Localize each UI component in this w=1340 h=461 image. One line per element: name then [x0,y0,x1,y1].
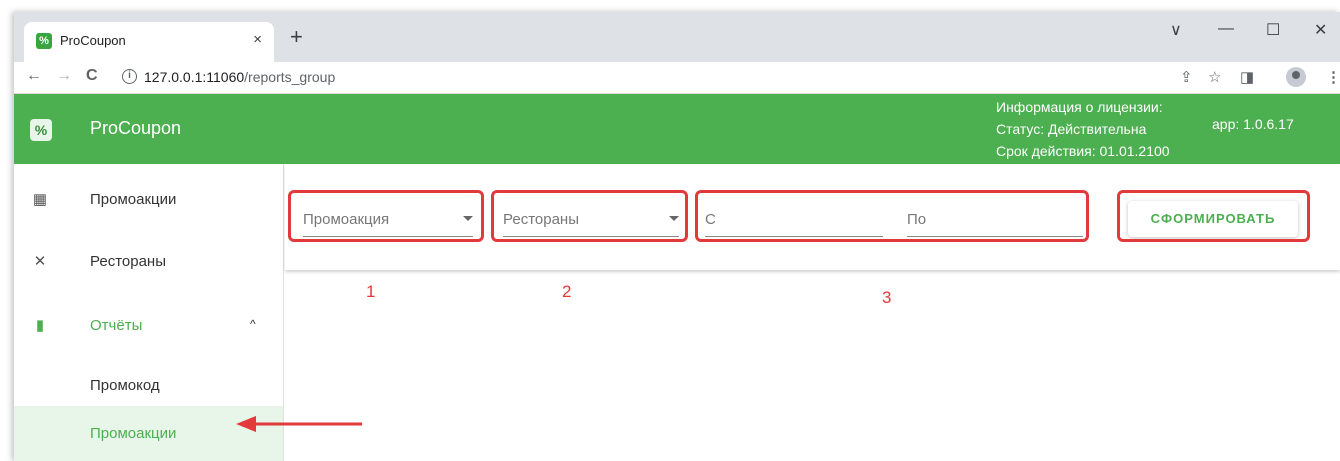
license-info: Информация о лицензии: Статус: Действите… [996,96,1170,162]
chevron-up-icon[interactable]: ^ [250,317,256,331]
sidepanel-icon[interactable]: ◨ [1240,68,1254,86]
annotation-box-3 [695,190,1089,242]
annotation-box-1 [288,190,484,242]
address-url: 127.0.0.1:11060/reports_group [144,69,335,85]
annotation-box-button [1117,190,1310,242]
app-name: ProCoupon [90,118,182,138]
license-status: Статус: Действительна [996,121,1147,137]
profile-icon[interactable] [1286,67,1306,87]
annotation-arrow-icon [236,416,362,432]
url-path: /reports_group [244,69,336,85]
back-button[interactable]: ← [26,67,42,85]
star-icon[interactable]: ☆ [1208,68,1221,86]
sidebar-item-restaurants[interactable]: ✕ Рестораны [14,234,283,290]
tab-close-icon[interactable]: × [253,31,262,48]
sidebar-item-label: Рестораны [90,253,166,270]
browser-tab[interactable]: % ProCoupon × [24,22,274,62]
new-tab-button[interactable]: + [290,26,303,48]
annotation-number-3: 3 [882,288,892,307]
browser-toolbar: ← → C i 127.0.0.1:11060/reports_group ⇪ … [14,62,1340,94]
procoupon-logo-icon: % [30,119,52,141]
sidebar-item-label: Промоакции [90,191,177,208]
sidebar-item-promotions[interactable]: ▦ Промоакции [14,172,283,228]
tab-strip: % ProCoupon × + ∨ — ☐ ✕ [14,12,1340,62]
sidebar-item-label: Отчёты [90,317,143,334]
app-header: % ProCoupon Информация о лицензии: Стату… [14,94,1340,164]
bar-chart-icon: ▮ [35,317,45,334]
tab-search-icon[interactable]: ∨ [1170,20,1182,40]
reload-button[interactable]: C [86,67,98,85]
menu-icon[interactable]: ⋮ [1326,68,1340,86]
annotation-box-2 [491,190,688,242]
annotation-number-2: 2 [562,282,572,301]
procoupon-favicon-icon: % [36,33,52,49]
browser-window: % ProCoupon × + ∨ — ☐ ✕ ← → C i 127.0.0.… [14,12,1340,461]
sidebar-item-reports[interactable]: ▮ Отчёты ^ [14,298,283,354]
url-host: 127.0.0.1:11060 [144,69,245,85]
utensils-icon: ✕ [33,253,47,270]
annotation-number-1: 1 [366,282,376,301]
share-icon[interactable]: ⇪ [1180,68,1193,86]
ticket-icon: ▦ [32,191,48,208]
site-info-icon[interactable]: i [122,69,137,84]
app-version: app: 1.0.6.17 [1212,116,1294,132]
maximize-button[interactable]: ☐ [1266,20,1280,40]
sidebar-item-label: Промокод [90,377,160,394]
close-window-button[interactable]: ✕ [1314,20,1327,40]
minimize-button[interactable]: — [1218,20,1234,38]
sidebar-item-label: Промоакции [90,425,177,442]
address-bar[interactable]: i 127.0.0.1:11060/reports_group [122,65,1222,91]
tab-title: ProCoupon [60,33,126,48]
forward-button[interactable]: → [56,67,72,85]
license-expiry: Срок действия: 01.01.2100 [996,143,1170,159]
license-title: Информация о лицензии: [996,99,1163,115]
